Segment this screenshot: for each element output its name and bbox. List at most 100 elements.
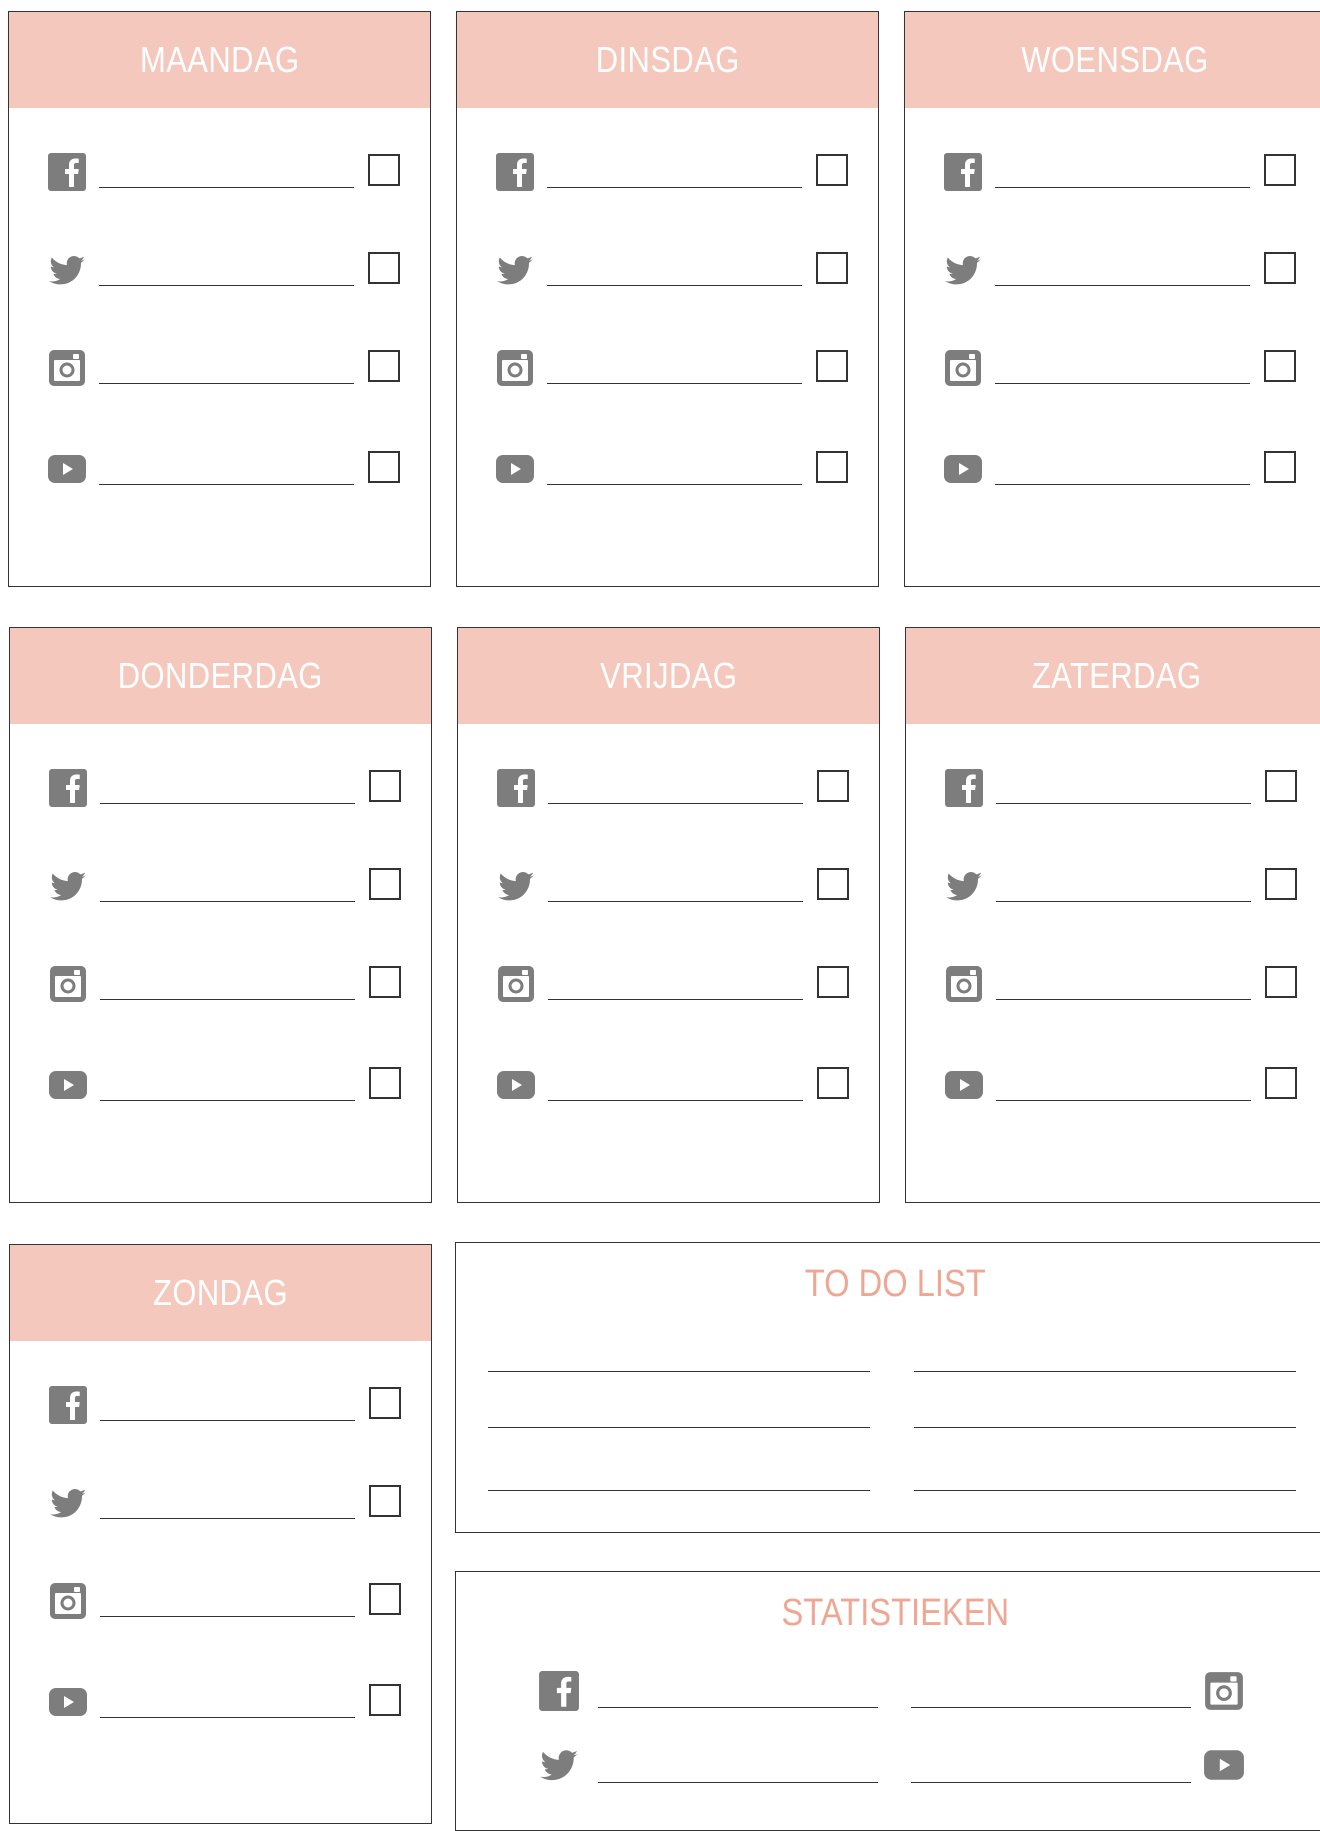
task-line[interactable]	[996, 1100, 1251, 1101]
instagram-icon	[944, 964, 984, 1004]
task-line[interactable]	[100, 1420, 355, 1421]
task-line[interactable]	[547, 285, 802, 286]
task-line[interactable]	[100, 999, 355, 1000]
stats-line-youtube[interactable]	[911, 1782, 1191, 1783]
task-line[interactable]	[548, 803, 803, 804]
task-line[interactable]	[548, 1100, 803, 1101]
task-row-facebook	[905, 152, 1320, 192]
day-header: ZATERDAG	[906, 628, 1320, 724]
task-checkbox[interactable]	[369, 1485, 401, 1517]
day-card: DONDERDAG	[9, 627, 432, 1203]
task-checkbox[interactable]	[368, 252, 400, 284]
task-checkbox[interactable]	[369, 1583, 401, 1615]
day-header: MAANDAG	[9, 12, 430, 108]
task-line[interactable]	[996, 803, 1251, 804]
task-line[interactable]	[547, 484, 802, 485]
task-row-youtube	[905, 449, 1320, 489]
day-card: VRIJDAG	[457, 627, 880, 1203]
youtube-icon	[48, 1065, 88, 1105]
task-row-twitter	[458, 866, 879, 906]
task-row-twitter	[457, 250, 878, 290]
task-line[interactable]	[100, 803, 355, 804]
task-checkbox[interactable]	[369, 770, 401, 802]
stats-panel: STATISTIEKEN	[455, 1571, 1320, 1831]
task-checkbox[interactable]	[817, 770, 849, 802]
todo-line[interactable]	[914, 1427, 1296, 1428]
task-checkbox[interactable]	[816, 350, 848, 382]
task-row-instagram	[458, 964, 879, 1004]
task-row-twitter	[906, 866, 1320, 906]
task-row-facebook	[10, 1385, 431, 1425]
stats-line-instagram[interactable]	[911, 1707, 1191, 1708]
day-label: ZONDAG	[152, 1272, 289, 1313]
task-line[interactable]	[99, 187, 354, 188]
task-line[interactable]	[996, 999, 1251, 1000]
task-checkbox[interactable]	[1264, 451, 1296, 483]
stats-line-facebook[interactable]	[598, 1707, 878, 1708]
task-checkbox[interactable]	[369, 966, 401, 998]
day-card: ZONDAG	[9, 1244, 432, 1824]
task-checkbox[interactable]	[1265, 966, 1297, 998]
stats-line-twitter[interactable]	[598, 1782, 878, 1783]
task-line[interactable]	[995, 383, 1250, 384]
task-row-youtube	[9, 449, 430, 489]
youtube-icon	[48, 1682, 88, 1722]
task-row-facebook	[457, 152, 878, 192]
task-row-youtube	[10, 1065, 431, 1105]
task-checkbox[interactable]	[817, 1067, 849, 1099]
twitter-icon	[943, 250, 983, 290]
todo-line[interactable]	[914, 1371, 1296, 1372]
task-checkbox[interactable]	[1264, 350, 1296, 382]
task-row-twitter	[10, 1483, 431, 1523]
task-checkbox[interactable]	[1265, 770, 1297, 802]
task-checkbox[interactable]	[816, 252, 848, 284]
task-checkbox[interactable]	[817, 868, 849, 900]
task-line[interactable]	[995, 484, 1250, 485]
task-row-twitter	[905, 250, 1320, 290]
task-checkbox[interactable]	[369, 1684, 401, 1716]
day-label: VRIJDAG	[599, 655, 738, 696]
task-checkbox[interactable]	[1265, 868, 1297, 900]
task-line[interactable]	[100, 1616, 355, 1617]
day-label: ZATERDAG	[1031, 655, 1202, 696]
task-line[interactable]	[995, 187, 1250, 188]
task-checkbox[interactable]	[1264, 154, 1296, 186]
todo-line[interactable]	[488, 1427, 870, 1428]
task-checkbox[interactable]	[368, 154, 400, 186]
todo-line[interactable]	[488, 1371, 870, 1372]
task-checkbox[interactable]	[369, 868, 401, 900]
task-line[interactable]	[995, 285, 1250, 286]
task-line[interactable]	[548, 999, 803, 1000]
task-checkbox[interactable]	[369, 1067, 401, 1099]
task-line[interactable]	[99, 285, 354, 286]
youtube-icon	[495, 449, 535, 489]
twitter-icon	[538, 1744, 580, 1786]
task-line[interactable]	[547, 383, 802, 384]
task-line[interactable]	[99, 484, 354, 485]
task-line[interactable]	[99, 383, 354, 384]
task-checkbox[interactable]	[369, 1387, 401, 1419]
task-line[interactable]	[100, 901, 355, 902]
facebook-icon	[538, 1670, 580, 1712]
todo-line[interactable]	[914, 1490, 1296, 1491]
task-checkbox[interactable]	[1264, 252, 1296, 284]
facebook-icon	[496, 768, 536, 808]
task-line[interactable]	[548, 901, 803, 902]
task-checkbox[interactable]	[368, 350, 400, 382]
task-line[interactable]	[100, 1100, 355, 1101]
task-line[interactable]	[996, 901, 1251, 902]
todo-line[interactable]	[488, 1490, 870, 1491]
task-checkbox[interactable]	[1265, 1067, 1297, 1099]
task-checkbox[interactable]	[817, 966, 849, 998]
task-line[interactable]	[100, 1518, 355, 1519]
task-checkbox[interactable]	[368, 451, 400, 483]
twitter-icon	[48, 1483, 88, 1523]
task-line[interactable]	[547, 187, 802, 188]
task-checkbox[interactable]	[816, 154, 848, 186]
twitter-icon	[495, 250, 535, 290]
task-line[interactable]	[100, 1717, 355, 1718]
task-checkbox[interactable]	[816, 451, 848, 483]
task-row-instagram	[905, 348, 1320, 388]
task-row-instagram	[10, 1581, 431, 1621]
task-row-youtube	[458, 1065, 879, 1105]
